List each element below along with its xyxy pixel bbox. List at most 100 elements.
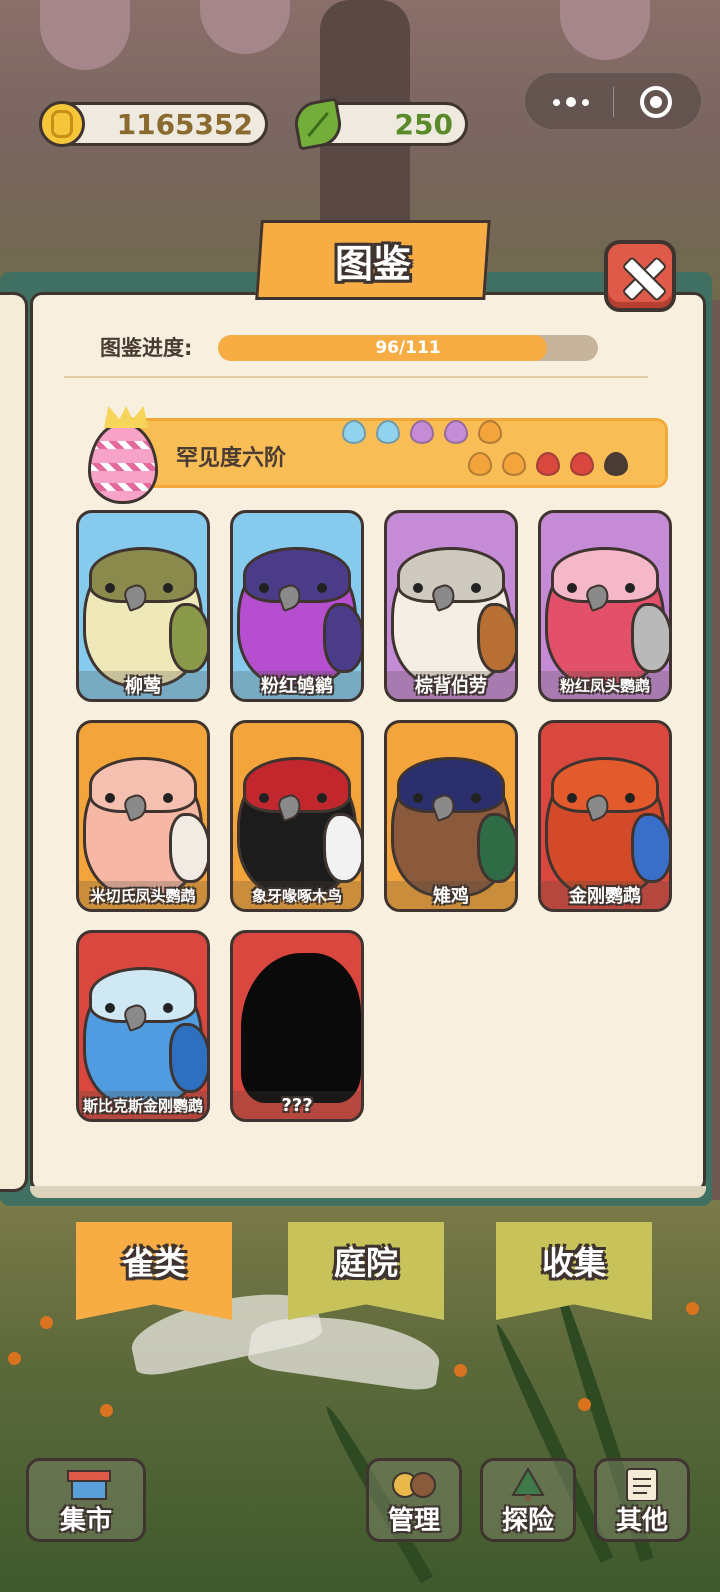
- rarity-drop-icon: [570, 452, 594, 476]
- rarity-drop-icon: [410, 420, 434, 444]
- bird-eye: [471, 793, 481, 803]
- bird-name: 斯比克斯金刚鹦鹉: [79, 1091, 207, 1119]
- background-berry: [40, 1316, 53, 1329]
- pokedex-title: 图鉴: [334, 241, 411, 286]
- bird-wing: [323, 813, 361, 883]
- bird-eye: [413, 793, 423, 803]
- bird-card[interactable]: 金刚鹦鹉: [538, 720, 672, 912]
- nav-label: 其他: [615, 1506, 668, 1536]
- bird-eye: [413, 583, 423, 593]
- bird-name: 粉红凤头鹦鹉: [541, 671, 669, 699]
- coin-icon: [39, 101, 85, 147]
- rarity-drop-icon: [444, 420, 468, 444]
- unknown-bird-silhouette: [241, 953, 361, 1103]
- bird-eye: [567, 583, 577, 593]
- market-stall-icon: [67, 1470, 111, 1500]
- more-dots-icon: [553, 98, 560, 106]
- bird-card[interactable]: 象牙喙啄木鸟: [230, 720, 364, 912]
- bird-name: 象牙喙啄木鸟: [233, 881, 361, 909]
- nav-other-button[interactable]: 其他: [594, 1458, 690, 1542]
- bird-name: 雉鸡: [387, 881, 515, 909]
- bird-wing: [169, 813, 207, 883]
- bird-card[interactable]: 棕背伯劳: [384, 510, 518, 702]
- rarity-drop-icon: [536, 452, 560, 476]
- close-miniprogram-icon[interactable]: [640, 86, 672, 118]
- bird-eye: [163, 583, 173, 593]
- bird-card[interactable]: 雉鸡: [384, 720, 518, 912]
- nav-explore-button[interactable]: 探险: [480, 1458, 576, 1542]
- miniprogram-capsule: [524, 72, 702, 130]
- nav-market-button[interactable]: 集市: [26, 1458, 146, 1542]
- bird-eye: [259, 793, 269, 803]
- background-berry: [686, 1302, 699, 1315]
- rarity-drop-icon: [342, 420, 366, 444]
- bird-card[interactable]: 粉红凤头鹦鹉: [538, 510, 672, 702]
- rarity-drop-icon: [376, 420, 400, 444]
- tab-label: 收集: [541, 1244, 606, 1282]
- bird-card[interactable]: 粉红鸲鹟: [230, 510, 364, 702]
- rarity-drop-icon: [502, 452, 526, 476]
- section-divider: [64, 376, 648, 378]
- nav-manage-button[interactable]: 管理: [366, 1458, 462, 1542]
- nav-label: 探险: [501, 1506, 554, 1536]
- bird-eye: [105, 793, 115, 803]
- bird-eye: [471, 583, 481, 593]
- bird-name: 金刚鹦鹉: [541, 881, 669, 909]
- bird-wing: [477, 603, 515, 673]
- background-berry: [100, 1404, 113, 1417]
- coin-counter: 1165352: [39, 101, 268, 147]
- bird-eye: [105, 1003, 115, 1013]
- bird-eye: [163, 793, 173, 803]
- book-left-page: [0, 292, 28, 1192]
- bird-wing: [169, 603, 207, 673]
- nav-label: 管理: [387, 1506, 440, 1536]
- pokedex-title-ribbon: 图鉴: [255, 220, 491, 300]
- bird-eye: [105, 583, 115, 593]
- clipboard-icon: [626, 1468, 658, 1501]
- book-page-edge: [30, 1186, 706, 1198]
- bird-eye: [625, 793, 635, 803]
- bird-name: 柳莺: [79, 671, 207, 699]
- bird-eye: [317, 793, 327, 803]
- bird-card[interactable]: ???: [230, 930, 364, 1122]
- background-berry: [454, 1364, 467, 1377]
- bird-wing: [631, 603, 669, 673]
- bird-card[interactable]: 米切氏凤头鹦鹉: [76, 720, 210, 912]
- bird-wing: [631, 813, 669, 883]
- progress-bar: 96/111: [218, 335, 598, 361]
- bird-eye: [625, 583, 635, 593]
- rarity-drop-icon: [478, 420, 502, 444]
- bird-name: ???: [233, 1091, 361, 1119]
- nav-label: 集市: [59, 1506, 112, 1536]
- bird-eye: [163, 1003, 173, 1013]
- progress-label: 图鉴进度:: [100, 336, 193, 360]
- rarity-drop-icon: [468, 452, 492, 476]
- more-menu-button[interactable]: [549, 90, 593, 114]
- leaf-amount: 250: [394, 107, 453, 141]
- bird-card[interactable]: 斯比克斯金刚鹦鹉: [76, 930, 210, 1122]
- rarity-drop-icon: [604, 452, 628, 476]
- close-button[interactable]: [604, 240, 676, 312]
- tree-explore-icon: [511, 1467, 545, 1501]
- tab-label: 庭院: [333, 1244, 398, 1282]
- crown-icon: [104, 406, 148, 428]
- capsule-divider: [613, 87, 614, 117]
- background-berry: [578, 1398, 591, 1411]
- bird-name: 粉红鸲鹟: [233, 671, 361, 699]
- bird-wing: [169, 1023, 207, 1093]
- progress-text: 96/111: [375, 338, 441, 358]
- bird-name: 米切氏凤头鹦鹉: [79, 881, 207, 909]
- bird-eye: [317, 583, 327, 593]
- birds-manage-icon: [392, 1472, 436, 1498]
- bird-eye: [259, 583, 269, 593]
- bird-wing: [323, 603, 361, 673]
- coin-amount: 1165352: [116, 107, 253, 141]
- background-berry: [8, 1352, 21, 1365]
- bird-name: 棕背伯劳: [387, 671, 515, 699]
- bird-wing: [477, 813, 515, 883]
- leaf-counter: 250: [291, 97, 468, 151]
- bird-eye: [567, 793, 577, 803]
- rarity-label: 罕见度六阶: [176, 446, 287, 471]
- tab-label: 雀类: [121, 1244, 186, 1282]
- bird-card[interactable]: 柳莺: [76, 510, 210, 702]
